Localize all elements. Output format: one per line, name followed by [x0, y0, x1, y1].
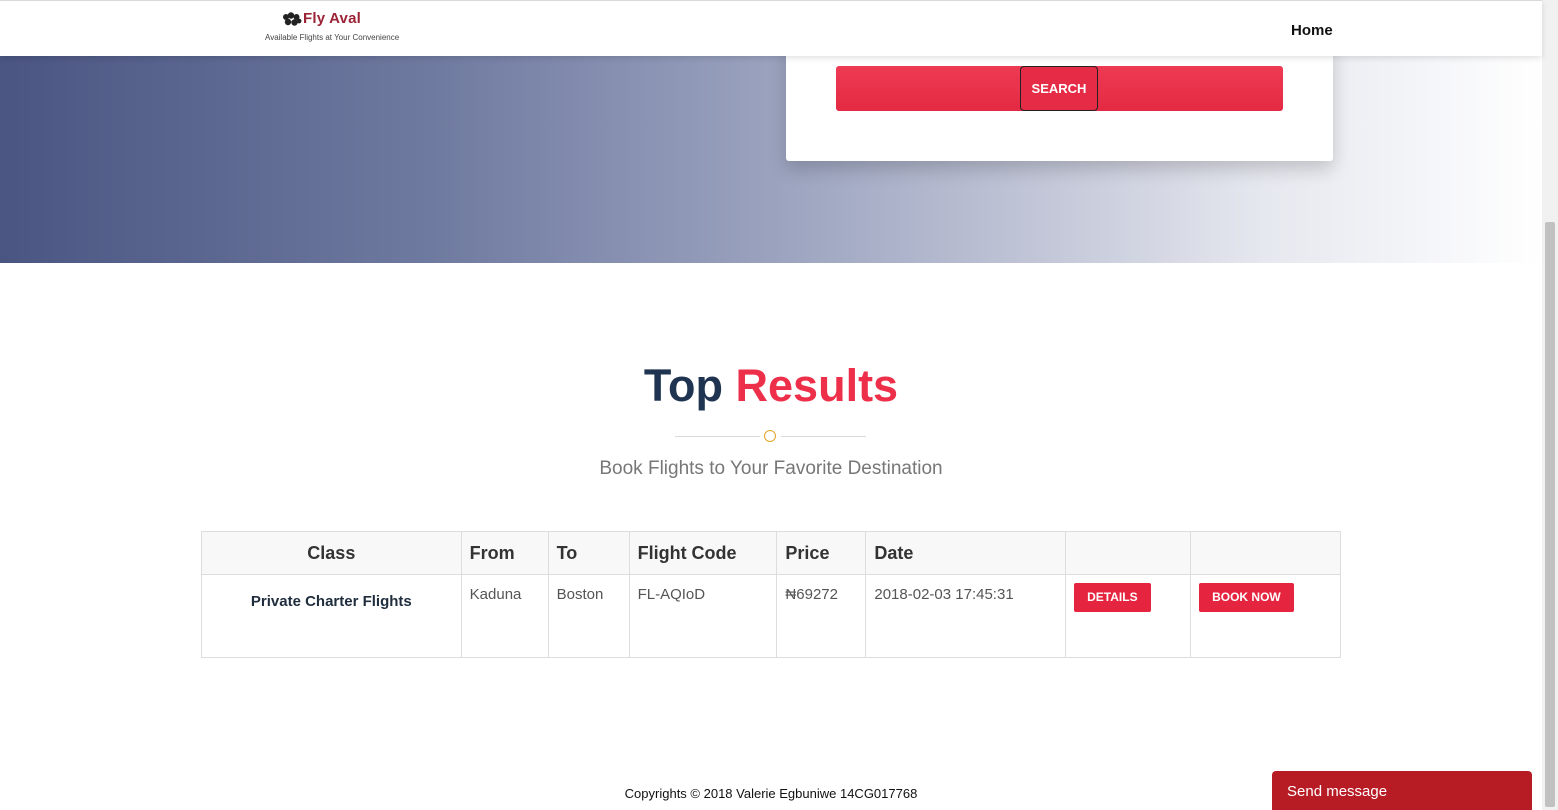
- section-title: Top Results: [0, 360, 1542, 412]
- cell-to: Boston: [547, 574, 630, 658]
- title-divider: [675, 430, 866, 443]
- brand-tagline: Available Flights at Your Convenience: [265, 33, 400, 42]
- header-class: Class: [201, 531, 462, 575]
- header-date: Date: [865, 531, 1067, 575]
- send-message-label: Send message: [1287, 783, 1388, 800]
- cell-date: 2018-02-03 17:45:31: [865, 574, 1067, 658]
- search-bar: SEARCH: [836, 66, 1283, 111]
- search-card: SEARCH: [786, 40, 1333, 161]
- scrollbar-thumb[interactable]: [1545, 222, 1555, 807]
- section-subtitle: Book Flights to Your Favorite Destinatio…: [599, 458, 943, 479]
- header-to: To: [547, 531, 630, 575]
- table-header-row: Class From To Flight Code Price Date: [201, 531, 1341, 575]
- table-row: Private Charter Flights Kaduna Boston FL…: [201, 574, 1341, 658]
- circle-ornament-icon: [764, 430, 776, 442]
- header-from: From: [460, 531, 549, 575]
- cell-from: Kaduna: [460, 574, 549, 658]
- section-title-top: Top: [643, 360, 724, 411]
- divider-line-left: [675, 436, 760, 437]
- send-message-widget[interactable]: Send message: [1272, 771, 1532, 810]
- divider-line-right: [781, 436, 866, 437]
- header-details: [1065, 531, 1192, 575]
- book-now-button[interactable]: BOOK NOW: [1199, 583, 1294, 612]
- page: Fly Aval Available Flights at Your Conve…: [0, 0, 1558, 810]
- cell-price: ₦69272: [776, 574, 867, 658]
- section-title-results: Results: [735, 360, 899, 411]
- cell-book: BOOK NOW: [1190, 574, 1341, 658]
- cell-flight-code: FL-AQIoD: [628, 574, 778, 658]
- results-table: Class From To Flight Code Price Date Pri…: [201, 531, 1341, 658]
- brand-logo[interactable]: Fly Aval Available Flights at Your Conve…: [262, 9, 407, 47]
- header-flight-code: Flight Code: [628, 531, 778, 575]
- nav-home-link[interactable]: Home: [1291, 22, 1333, 39]
- navbar: Fly Aval Available Flights at Your Conve…: [0, 0, 1542, 56]
- header-price: Price: [776, 531, 867, 575]
- header-book: [1190, 531, 1341, 575]
- vertical-scrollbar[interactable]: [1542, 0, 1558, 810]
- brand-name: Fly Aval: [303, 10, 362, 27]
- airplane-logo-icon: [283, 12, 302, 26]
- search-button[interactable]: SEARCH: [1020, 66, 1098, 111]
- cell-details: DETAILS: [1065, 574, 1192, 658]
- cell-class: Private Charter Flights: [201, 574, 462, 658]
- details-button[interactable]: DETAILS: [1074, 583, 1151, 612]
